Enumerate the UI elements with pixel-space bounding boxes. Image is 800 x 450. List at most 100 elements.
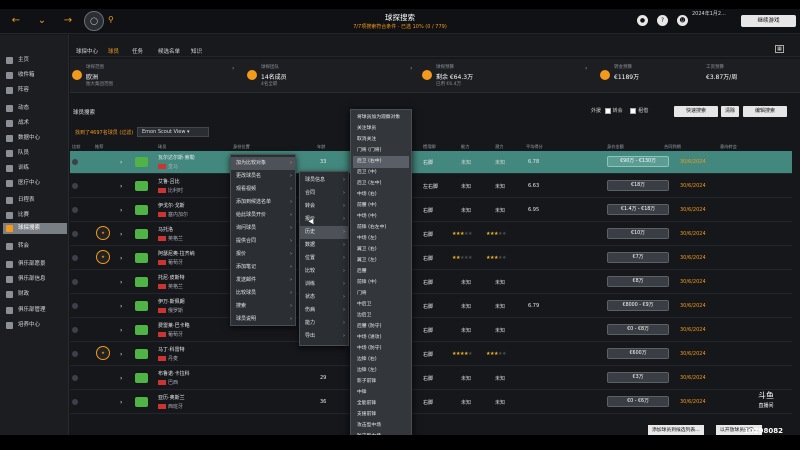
menu-item[interactable]: 比较 › [300, 265, 348, 278]
scout-report-icon[interactable]: ▦ [775, 45, 784, 53]
menu-item[interactable]: 给此球员开价 › [231, 209, 295, 222]
table-row[interactable]: ★ › 阿瑟尼奥·拉齐纳 葡萄牙 右脚 ★★★★★ ★★★★★ €7万 30/6/2024 [70, 247, 792, 270]
player-value[interactable]: €90万 - €130万 [607, 156, 669, 167]
player-name[interactable]: 亚历·奥斯兰 [158, 394, 185, 401]
player-value[interactable]: €0 - €8万 [607, 324, 669, 335]
sidebar-item-medical[interactable]: 医疗中心 [3, 178, 67, 189]
column-header[interactable]: 年龄 [317, 144, 325, 150]
menu-item[interactable]: 添加笔记 › [231, 261, 295, 274]
subnav-assignments[interactable]: 任务 [132, 47, 143, 55]
chevron-right-icon[interactable]: › [120, 351, 122, 358]
menu-item[interactable]: 提供合同 › [231, 235, 295, 248]
subnav-knowledge[interactable]: 知识 [191, 47, 202, 55]
player-value[interactable]: €7万 [607, 252, 669, 263]
player-name[interactable]: 布鲁诺·卡拉科 [158, 370, 190, 377]
column-header[interactable]: 平均得分 [526, 144, 543, 150]
compare-checkbox[interactable] [72, 399, 78, 405]
menu-item[interactable]: 训练 › [300, 278, 348, 291]
column-header[interactable]: 推荐 [95, 144, 103, 150]
column-header[interactable]: 身价金额 [607, 144, 624, 150]
player-name[interactable]: 艾鲁·吕比 [158, 178, 180, 185]
menu-item[interactable]: 合同 › [300, 187, 348, 200]
sidebar-item-home[interactable]: 主页 [3, 55, 67, 66]
menu-item[interactable]: 转会 › [300, 200, 348, 213]
column-header[interactable]: 意向转会 [720, 144, 737, 150]
player-value[interactable]: €8万 [607, 276, 669, 287]
column-header[interactable]: 身份位置 [233, 144, 250, 150]
sidebar-item-club-manage[interactable]: 俱乐部管理 [3, 305, 67, 316]
player-name[interactable]: 马丁·科雷特 [158, 346, 185, 353]
menu-item[interactable]: 位置 › [300, 252, 348, 265]
sidebar-item-dynamics[interactable]: 动态 [3, 103, 67, 114]
table-row[interactable]: ★ › 马托洛 英格兰 右脚 ★★★★★ ★★★★★ €10万 30/6/2024 [70, 223, 792, 246]
edit-search-button[interactable]: 编辑搜索 [743, 106, 787, 117]
sidebar-item-inbox[interactable]: 收件箱 [3, 70, 67, 81]
player-name[interactable]: 费雷莱·巴卡略 [158, 322, 190, 329]
scouting-budget[interactable]: 球探预算 剩余 €64.3万 已用 €6.4万 [420, 63, 590, 89]
player-name[interactable]: 阿瑟尼奥·拉齐纳 [158, 250, 195, 257]
transfer-checkbox[interactable] [604, 107, 611, 114]
compare-checkbox[interactable] [72, 255, 78, 261]
menu-item[interactable]: 历史 › [300, 226, 348, 239]
player-value[interactable]: €3万 [607, 372, 669, 383]
table-row[interactable]: › 伊戈尔·戈斯 塞内加尔 右脚 未知 未知 6.95 €1.4万 - €18万 30/6/20… [70, 199, 792, 222]
table-row[interactable]: › 托尼·皮斯特 英格兰 右脚 未知 未知 €8万 30/6/2024 [70, 271, 792, 294]
table-row[interactable]: › 伊万·斯佩朗 俄罗斯 右脚 未知 未知 6.79 €8000 - €9万 30/6/2024 [70, 295, 792, 318]
quick-search-button[interactable]: 快速搜索 [674, 106, 718, 117]
chevron-right-icon[interactable]: › [120, 399, 122, 406]
column-header[interactable]: 合同到期 [664, 144, 681, 150]
notification-toast[interactable]: 添加球员到候选列表... [648, 425, 704, 435]
compare-checkbox[interactable] [72, 231, 78, 237]
clear-button[interactable]: 清除 [721, 106, 739, 117]
table-row[interactable]: › 亚历·奥斯兰 西班牙 36 右脚 未知 未知 €0 - €6万 30/6/2024 [70, 391, 792, 414]
column-header[interactable]: 潜力 [495, 144, 503, 150]
chevron-right-icon[interactable]: › [120, 375, 122, 382]
sidebar-item-training[interactable]: 训练 [3, 163, 67, 174]
menu-item[interactable]: 更改球员名 › [231, 170, 295, 183]
view-selector[interactable]: Emon Scout View ▾ [137, 127, 209, 137]
player-value[interactable]: €18万 [607, 180, 669, 191]
sidebar-item-club-info[interactable]: 俱乐部信息 [3, 274, 67, 285]
help-pin-icon[interactable]: ● [637, 15, 648, 26]
table-row[interactable]: › 瓦尔达尔斯·索勒 皇马 33 右脚 未知 未知 6.78 €90万 - €130万 30/6/… [70, 151, 792, 174]
player-value[interactable]: €1.4万 - €18万 [607, 204, 669, 215]
menu-item[interactable]: 状态 › [300, 291, 348, 304]
game-date[interactable]: 2024年1月2... [692, 11, 738, 31]
sidebar-item-scouting[interactable]: 球探搜索 [3, 223, 67, 234]
sidebar-item-transfers[interactable]: 转会 [3, 241, 67, 252]
player-name[interactable]: 伊万·斯佩朗 [158, 298, 185, 305]
compare-checkbox[interactable] [72, 375, 78, 381]
player-value[interactable]: €10万 [607, 228, 669, 239]
sidebar-item-squad[interactable]: 阵容 [3, 85, 67, 96]
player-name[interactable]: 瓦尔达尔斯·索勒 [158, 154, 195, 161]
transfer-budget[interactable]: 转会预算 €1189万 [598, 63, 698, 89]
compare-checkbox[interactable] [72, 279, 78, 285]
sidebar-item-staff[interactable]: 队员 [3, 148, 67, 159]
compare-checkbox[interactable] [72, 303, 78, 309]
player-value[interactable]: €0 - €6万 [607, 396, 669, 407]
compare-checkbox[interactable] [72, 327, 78, 333]
compare-checkbox[interactable] [72, 351, 78, 357]
table-row[interactable]: ★ › 马丁·科雷特 丹麦 右脚 ★★★★★ ★★★★★ €600万 30/6/2024 [70, 343, 792, 366]
wage-budget[interactable]: 工资预算 €3.87万/周 [690, 63, 790, 89]
menu-item[interactable]: 询问球员 › [231, 222, 295, 235]
sidebar-item-club-vision[interactable]: 俱乐部愿景 [3, 259, 67, 270]
menu-item[interactable]: 导出 › [300, 330, 348, 343]
sidebar-item-tactics[interactable]: 战术 [3, 118, 67, 129]
menu-item[interactable]: 加为比较对象 › [231, 157, 295, 170]
compare-checkbox[interactable] [72, 159, 78, 165]
menu-item[interactable]: 观看视频 › [231, 183, 295, 196]
player-name[interactable]: 马托洛 [158, 226, 173, 233]
chevron-right-icon[interactable]: › [120, 255, 122, 262]
manager-profile-icon[interactable]: ☻ [677, 15, 688, 26]
sidebar-item-competitions[interactable]: 比赛 [3, 210, 67, 221]
scouting-range[interactable]: 球探范围 欧洲 图大集团范围 [70, 63, 240, 89]
continue-button[interactable]: 继续游戏 [741, 15, 796, 27]
subnav-scouting-centre[interactable]: 球探中心 [76, 47, 98, 55]
chevron-right-icon[interactable]: › [120, 327, 122, 334]
compare-checkbox[interactable] [72, 183, 78, 189]
chevron-right-icon[interactable]: › [120, 159, 122, 166]
table-row[interactable]: ›费雷莱·巴卡略葡萄牙10右脚未知未知€0 - €8万30/6/2024 [70, 319, 792, 342]
menu-item[interactable]: 伤病 › [300, 304, 348, 317]
menu-item[interactable]: 比较球员 › [231, 287, 295, 300]
